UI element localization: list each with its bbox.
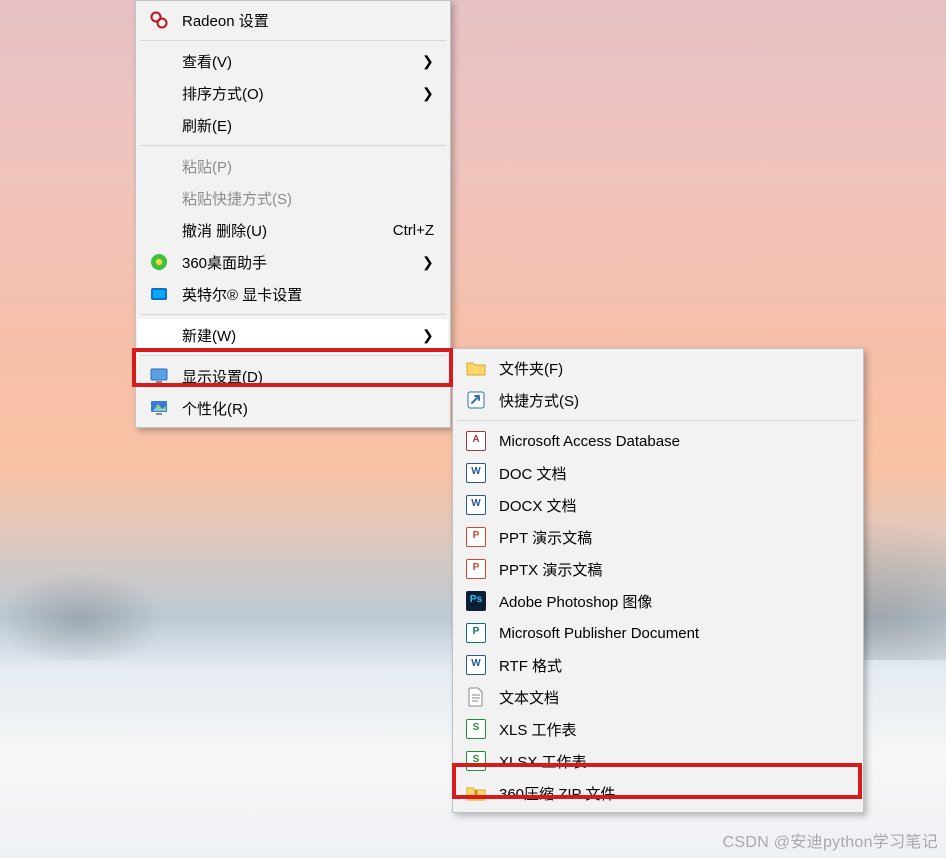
submenu-item-docx[interactable]: W DOCX 文档 xyxy=(455,489,861,521)
menu-label: 显示设置(D) xyxy=(182,366,434,387)
menu-item-sort-by[interactable]: 排序方式(O) ❯ xyxy=(138,77,448,109)
rtf-icon: W xyxy=(465,654,487,676)
menu-label: 刷新(E) xyxy=(182,115,434,136)
submenu-item-photoshop[interactable]: Ps Adobe Photoshop 图像 xyxy=(455,585,861,617)
submenu-item-xlsx[interactable]: S XLSX 工作表 xyxy=(455,745,861,777)
submenu-item-doc[interactable]: W DOC 文档 xyxy=(455,457,861,489)
menu-divider xyxy=(140,314,446,315)
xlsx-icon: S xyxy=(465,750,487,772)
menu-label: XLSX 工作表 xyxy=(499,751,847,772)
zip-icon xyxy=(465,782,487,804)
menu-label: PPTX 演示文稿 xyxy=(499,559,847,580)
shortcut-icon xyxy=(465,389,487,411)
menu-label: DOC 文档 xyxy=(499,463,847,484)
submenu-item-zip[interactable]: 360压缩 ZIP 文件 xyxy=(455,777,861,809)
360-icon xyxy=(148,251,170,273)
new-submenu: 文件夹(F) 快捷方式(S) A Microsoft Access Databa… xyxy=(452,348,864,813)
menu-label: Radeon 设置 xyxy=(182,10,434,31)
menu-divider xyxy=(140,145,446,146)
menu-label: 英特尔® 显卡设置 xyxy=(182,284,434,305)
desktop-context-menu: Radeon 设置 查看(V) ❯ 排序方式(O) ❯ 刷新(E) 粘贴(P) … xyxy=(135,0,451,428)
menu-label: 撤消 删除(U) xyxy=(182,220,363,241)
menu-label: Microsoft Publisher Document xyxy=(499,625,847,642)
submenu-item-access-db[interactable]: A Microsoft Access Database xyxy=(455,425,861,457)
personalize-icon xyxy=(148,397,170,419)
menu-item-radeon-settings[interactable]: Radeon 设置 xyxy=(138,4,448,36)
text-file-icon xyxy=(465,686,487,708)
submenu-item-txt[interactable]: 文本文档 xyxy=(455,681,861,713)
menu-item-360-desktop-helper[interactable]: 360桌面助手 ❯ xyxy=(138,246,448,278)
monitor-icon xyxy=(148,365,170,387)
photoshop-icon: Ps xyxy=(465,590,487,612)
menu-label: 快捷方式(S) xyxy=(499,390,847,411)
menu-label: 新建(W) xyxy=(182,325,400,346)
intel-icon xyxy=(148,283,170,305)
menu-label: 360桌面助手 xyxy=(182,252,400,273)
menu-accelerator: Ctrl+Z xyxy=(393,222,434,239)
menu-label: 排序方式(O) xyxy=(182,83,400,104)
menu-divider xyxy=(457,420,859,421)
menu-item-display-settings[interactable]: 显示设置(D) xyxy=(138,360,448,392)
menu-label: RTF 格式 xyxy=(499,655,847,676)
word-docx-icon: W xyxy=(465,494,487,516)
menu-label: 360压缩 ZIP 文件 xyxy=(499,783,847,804)
menu-item-personalize[interactable]: 个性化(R) xyxy=(138,392,448,424)
submenu-item-ppt[interactable]: P PPT 演示文稿 xyxy=(455,521,861,553)
menu-label: 文件夹(F) xyxy=(499,358,847,379)
xls-icon: S xyxy=(465,718,487,740)
chevron-right-icon: ❯ xyxy=(422,255,434,269)
folder-icon xyxy=(465,357,487,379)
menu-label: 粘贴快捷方式(S) xyxy=(182,188,434,209)
menu-divider xyxy=(140,40,446,41)
menu-label: Adobe Photoshop 图像 xyxy=(499,591,847,612)
access-icon: A xyxy=(465,430,487,452)
chevron-right-icon: ❯ xyxy=(422,54,434,68)
menu-item-intel-graphics[interactable]: 英特尔® 显卡设置 xyxy=(138,278,448,310)
menu-item-paste: 粘贴(P) xyxy=(138,150,448,182)
word-doc-icon: W xyxy=(465,462,487,484)
submenu-item-rtf[interactable]: W RTF 格式 xyxy=(455,649,861,681)
menu-label: PPT 演示文稿 xyxy=(499,527,847,548)
menu-label: Microsoft Access Database xyxy=(499,433,847,450)
menu-divider xyxy=(140,355,446,356)
menu-label: XLS 工作表 xyxy=(499,719,847,740)
pptx-icon: P xyxy=(465,558,487,580)
menu-label: 个性化(R) xyxy=(182,398,434,419)
menu-item-refresh[interactable]: 刷新(E) xyxy=(138,109,448,141)
menu-label: 查看(V) xyxy=(182,51,400,72)
menu-label: DOCX 文档 xyxy=(499,495,847,516)
radeon-icon xyxy=(148,9,170,31)
menu-item-paste-shortcut: 粘贴快捷方式(S) xyxy=(138,182,448,214)
submenu-item-shortcut[interactable]: 快捷方式(S) xyxy=(455,384,861,416)
menu-item-view[interactable]: 查看(V) ❯ xyxy=(138,45,448,77)
publisher-icon: P xyxy=(465,622,487,644)
submenu-item-folder[interactable]: 文件夹(F) xyxy=(455,352,861,384)
submenu-item-pptx[interactable]: P PPTX 演示文稿 xyxy=(455,553,861,585)
chevron-right-icon: ❯ xyxy=(422,328,434,342)
menu-label: 粘贴(P) xyxy=(182,156,434,177)
chevron-right-icon: ❯ xyxy=(422,86,434,100)
ppt-icon: P xyxy=(465,526,487,548)
menu-item-new[interactable]: 新建(W) ❯ xyxy=(138,319,448,351)
submenu-item-publisher[interactable]: P Microsoft Publisher Document xyxy=(455,617,861,649)
menu-item-undo-delete[interactable]: 撤消 删除(U) Ctrl+Z xyxy=(138,214,448,246)
submenu-item-xls[interactable]: S XLS 工作表 xyxy=(455,713,861,745)
menu-label: 文本文档 xyxy=(499,687,847,708)
